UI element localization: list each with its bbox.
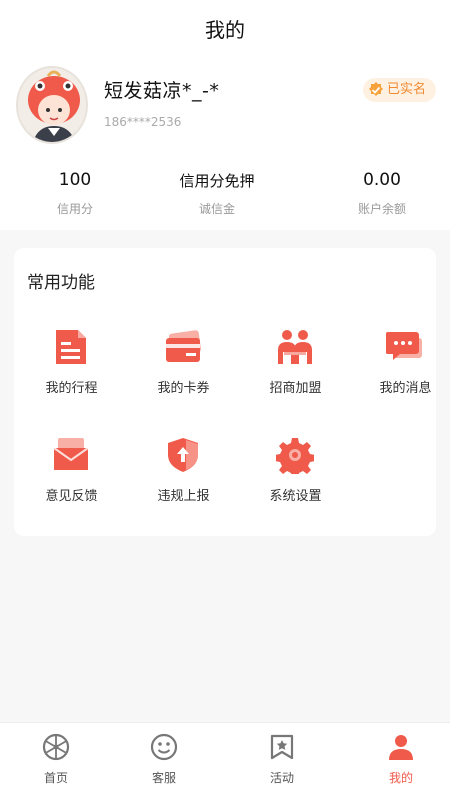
stat-label: 账户余额: [357, 202, 406, 216]
tab-label: 首页: [43, 771, 68, 785]
username: 短发菇凉*_-*: [104, 80, 220, 102]
common-functions-card: 常用功能 我的行程 我的卡券 招商加盟 我的消息 意见反馈 违规上报 系统设置: [14, 248, 436, 536]
section-title: 常用功能: [27, 273, 95, 293]
func-label: 招商加盟: [269, 381, 322, 396]
func-label: 违规上报: [157, 489, 210, 504]
stat-value: 100: [58, 170, 92, 190]
stat-balance[interactable]: 0.00 账户余额: [307, 170, 450, 217]
func-my-messages[interactable]: 我的消息: [353, 328, 450, 408]
func-franchise[interactable]: 招商加盟: [243, 328, 348, 408]
profile-page: 我的 短发菇凉*_-* 186****2536 已实名 100 信用分 信用分免…: [0, 0, 450, 800]
stat-label: 信用分: [56, 202, 93, 216]
tab-label: 客服: [151, 771, 176, 785]
card-icon: [166, 330, 201, 362]
smile-icon: [150, 733, 178, 761]
shield-upload-icon: [168, 438, 198, 472]
tab-mine[interactable]: 我的: [345, 723, 450, 800]
stat-credit-score[interactable]: 100 信用分: [0, 170, 150, 217]
tab-label: 我的: [388, 771, 413, 785]
stat-value: 信用分免押: [179, 172, 255, 190]
func-label: 意见反馈: [45, 489, 98, 504]
bookmark-star-icon: [270, 734, 294, 760]
func-label: 我的消息: [379, 381, 432, 396]
func-report-violation[interactable]: 违规上报: [131, 436, 236, 516]
func-system-settings[interactable]: 系统设置: [243, 436, 348, 516]
phone-number: 186****2536: [104, 115, 182, 129]
verified-label: 已实名: [386, 82, 426, 97]
tab-label: 活动: [269, 771, 294, 785]
wheel-icon: [42, 733, 70, 761]
func-label: 系统设置: [269, 489, 322, 504]
feedback-mail-icon: [53, 438, 89, 470]
profile-header-area: 我的 短发菇凉*_-* 186****2536 已实名 100 信用分 信用分免…: [0, 0, 450, 230]
stat-deposit[interactable]: 信用分免押 诚信金: [142, 170, 292, 217]
func-feedback[interactable]: 意见反馈: [19, 436, 124, 516]
cartoon-avatar-icon: [18, 68, 86, 142]
person-icon: [389, 735, 413, 760]
tab-customer-service[interactable]: 客服: [108, 723, 220, 800]
document-icon: [56, 330, 86, 364]
verified-badge: 已实名: [362, 78, 436, 102]
tab-home[interactable]: 首页: [0, 723, 112, 800]
func-label: 我的卡券: [157, 381, 210, 396]
stats-row: 100 信用分 信用分免押 诚信金 0.00 账户余额: [0, 170, 450, 226]
func-my-trips[interactable]: 我的行程: [19, 328, 124, 408]
bottom-tab-bar: 首页 客服 活动 我的: [0, 722, 450, 800]
profile-section[interactable]: 短发菇凉*_-* 186****2536 已实名: [16, 66, 436, 146]
people-icon: [278, 330, 312, 364]
message-icon: [386, 332, 422, 360]
page-title: 我的: [205, 18, 245, 42]
gear-icon: [276, 438, 314, 474]
func-my-coupons[interactable]: 我的卡券: [131, 328, 236, 408]
func-label: 我的行程: [45, 381, 98, 396]
verified-icon: [368, 82, 383, 96]
avatar[interactable]: [16, 66, 88, 144]
stat-value: 0.00: [363, 170, 401, 190]
tab-activity[interactable]: 活动: [226, 723, 338, 800]
stat-label: 诚信金: [198, 202, 235, 216]
